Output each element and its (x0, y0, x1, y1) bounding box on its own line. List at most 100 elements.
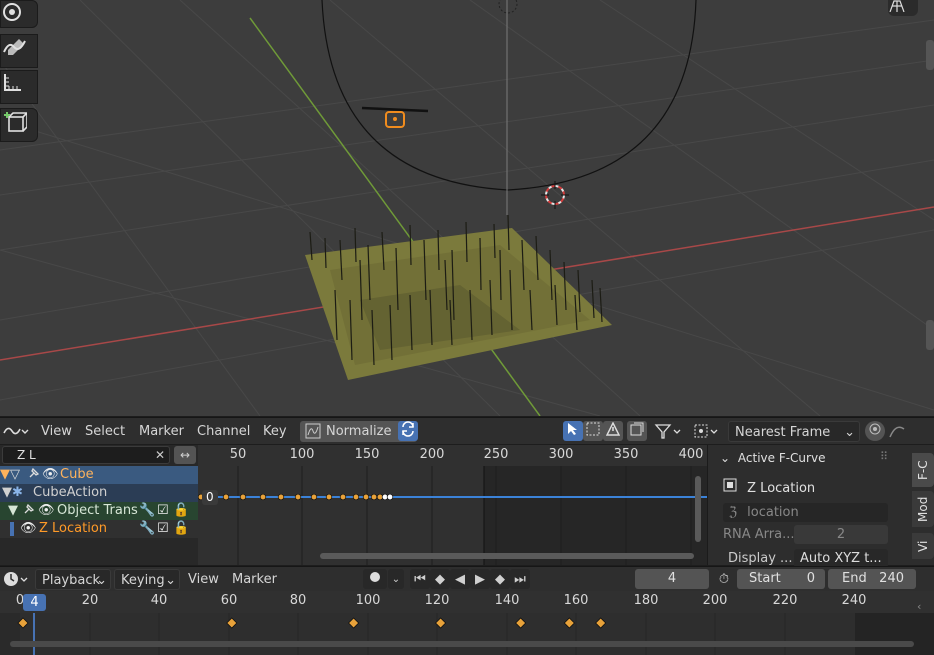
pin-icon[interactable] (27, 466, 41, 486)
filter-icon (653, 424, 685, 445)
drag-handle-icon[interactable]: ⠿ (880, 450, 888, 463)
graph-region[interactable]: 50 100 150 200 250 300 350 400 0 (198, 445, 707, 565)
timeline-menu-marker[interactable]: Marker (227, 569, 282, 590)
channel-name: CubeAction (33, 485, 108, 500)
graph-canvas (198, 466, 707, 565)
record-button[interactable] (363, 569, 387, 589)
jump-end-button[interactable]: ⏭ (510, 569, 530, 589)
add-cube-tool-button[interactable] (0, 108, 38, 142)
next-keyframe-button[interactable]: ◆ (490, 569, 510, 589)
menu-key[interactable]: Key (258, 421, 292, 442)
timeline-tick: 100 (355, 593, 381, 608)
checkbox-icon[interactable]: ☑ (157, 502, 169, 520)
menu-channel[interactable]: Channel (192, 421, 255, 442)
channel-list: ○ Z L ✕ ↔ ▼ ▽ 👁 Cube ▼ ✱ CubeAction ▼ 👁 … (0, 445, 198, 565)
channel-row-action[interactable]: ▼ ✱ CubeAction (0, 484, 198, 502)
end-value: 240 (879, 571, 904, 586)
annotate-tool-button[interactable] (0, 34, 38, 68)
lock-icon[interactable]: 🔓 (173, 520, 189, 538)
playback-menu[interactable]: Playback ⌄ (35, 569, 111, 590)
channel-row-fcurve[interactable]: 👁 Z Location 🔧 ☑ 🔓 (0, 520, 198, 538)
start-frame-field[interactable]: Start 0 (737, 569, 825, 589)
auto-normalize-button[interactable] (398, 421, 418, 441)
proportional-edit-button[interactable] (865, 421, 885, 441)
timeline-region[interactable]: 0 20 40 60 80 100 120 140 160 180 200 22… (0, 591, 934, 655)
wrench-icon[interactable]: 🔧 (139, 502, 155, 520)
jump-start-button[interactable]: ⏮ (410, 569, 430, 589)
timeline-keyframe-track (10, 613, 934, 655)
menu-view[interactable]: View (36, 421, 77, 442)
tab-view[interactable]: Vi (912, 533, 934, 559)
measure-tool-button[interactable] (0, 70, 38, 104)
rna-array-field[interactable]: 2 (794, 525, 888, 544)
frame-ruler[interactable]: 50 100 150 200 250 300 350 400 (198, 445, 707, 466)
playhead-frame-box[interactable]: 4 (23, 594, 46, 611)
keying-menu[interactable]: Keying ⌄ (114, 569, 180, 590)
grid-view-button[interactable] (888, 0, 918, 16)
channel-row-group[interactable]: ▼ 👁 Object Trans 🔧 ☑ 🔓 (0, 502, 198, 520)
box-select-button[interactable] (583, 421, 603, 441)
timeline-menu-view[interactable]: View (183, 569, 224, 590)
tab-label: Vi (916, 540, 930, 552)
channel-row-cube[interactable]: ▼ ▽ 👁 Cube (0, 466, 198, 484)
chevron-down-icon: ⌄ (720, 451, 731, 465)
menu-marker[interactable]: Marker (134, 421, 189, 442)
ruler-tick: 50 (229, 447, 247, 462)
data-path-value: location (747, 505, 799, 520)
channel-search-input[interactable]: Z L ✕ (2, 446, 170, 464)
expand-arrow-icon[interactable]: ▼ (8, 502, 18, 520)
play-reverse-button[interactable]: ◀ (450, 569, 470, 589)
tab-fcurve[interactable]: F-C (912, 453, 934, 487)
ghost-curves-button[interactable] (627, 421, 647, 441)
normalize-label: Normalize (326, 424, 392, 439)
move-tool-button[interactable] (0, 0, 38, 28)
end-label: End (842, 571, 867, 586)
editor-type-button[interactable] (2, 421, 30, 442)
ruler-tick: 300 (548, 447, 574, 462)
chevron-down-icon: ⌄ (391, 573, 401, 585)
channel-name: Cube (60, 467, 94, 482)
3d-viewport[interactable] (0, 0, 934, 416)
timeline-editor-type-button[interactable] (2, 569, 30, 590)
pin-icon[interactable] (22, 502, 36, 522)
swap-filter-button[interactable]: ↔ (174, 446, 196, 464)
timeline-ruler[interactable]: 0 20 40 60 80 100 120 140 160 180 200 22… (0, 591, 934, 613)
keying-set-dropdown[interactable]: ⌄ (388, 569, 404, 589)
expand-arrow-icon[interactable]: ▼ (0, 466, 10, 484)
current-frame-field[interactable]: 4 (635, 569, 709, 589)
lock-icon[interactable]: 🔓 (173, 502, 189, 520)
preview-range-button[interactable]: ⏱ (714, 569, 734, 589)
filter-dropdown[interactable] (653, 421, 687, 442)
falloff-dropdown[interactable] (888, 421, 918, 442)
pivot-dropdown[interactable] (692, 421, 722, 442)
eye-icon[interactable]: 👁 (38, 502, 55, 520)
select-tool-button[interactable] (563, 421, 583, 441)
timeline-tick: 200 (702, 593, 728, 608)
action-icon: ✱ (12, 485, 23, 500)
fcurve-icon (723, 478, 741, 496)
menu-select[interactable]: Select (80, 421, 130, 442)
prev-keyframe-button[interactable]: ◆ (430, 569, 450, 589)
tab-modifiers[interactable]: Mod (912, 491, 934, 527)
timeline-tick: 140 (494, 593, 520, 608)
eye-icon[interactable]: 👁 (42, 466, 59, 484)
chevron-left-icon[interactable]: ‹ (917, 600, 921, 613)
active-fcurve-panel-header[interactable]: ⌄ Active F-Curve (720, 451, 825, 465)
expand-arrow-icon[interactable]: ▼ (2, 484, 12, 502)
dopesheet-header: View Select Marker Channel Key Normalize (0, 417, 934, 444)
timeline-tick: 60 (220, 593, 238, 608)
horizontal-scrollbar (320, 553, 694, 559)
data-path-field[interactable]: ℨ location (723, 503, 888, 522)
snapping-dropdown[interactable]: Nearest Frame ⌄ (728, 421, 860, 442)
end-frame-field[interactable]: End 240 (828, 569, 916, 589)
wrench-icon[interactable]: 🔧 (139, 520, 155, 538)
channel-search-value: Z L (17, 448, 36, 462)
fcurve-name-row: Z Location (723, 478, 815, 496)
checkbox-icon[interactable]: ☑ (157, 520, 169, 538)
fcurve-color-swatch (10, 522, 14, 536)
only-errors-button[interactable] (603, 421, 623, 441)
play-button[interactable]: ▶ (470, 569, 490, 589)
clear-search-icon[interactable]: ✕ (155, 447, 165, 463)
eye-icon[interactable]: 👁 (20, 520, 37, 538)
object-data-icon: ▽ (10, 467, 20, 482)
